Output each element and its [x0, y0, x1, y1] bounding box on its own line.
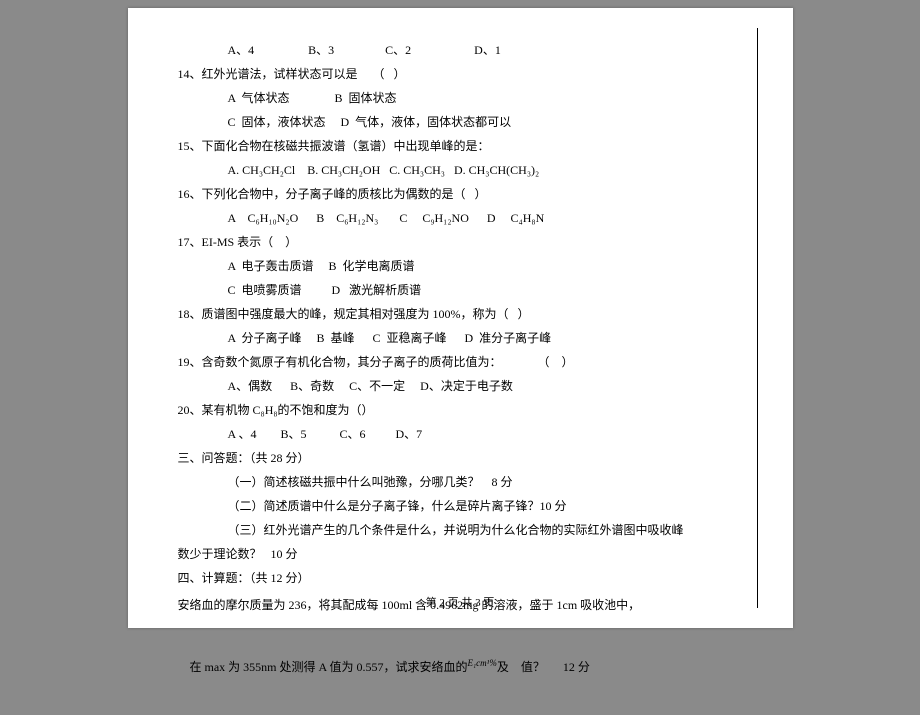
q16: 16、下列化合物中，分子离子峰的质核比为偶数的是（ ） — [178, 182, 743, 206]
section-3-q3-part1: （三）红外光谱产生的几个条件是什么，并说明为什么化合物的实际红外谱图中吸收峰 — [178, 518, 743, 542]
q15-options: A. CH₃CH₂Cl B. CH₃CH₂OH C. CH₃CH₃ D. CH₃… — [178, 158, 743, 182]
q17-opt-cd: C 电喷雾质谱 D 激光解析质谱 — [178, 278, 743, 302]
section-4-body-line2: 在 max 为 355nm 处测得 A 值为 0.557，试求安络血的E₁cm¹… — [178, 621, 743, 715]
q15: 15、下面化合物在核磁共振波谱（氢谱）中出现单峰的是： — [178, 134, 743, 158]
e-symbol: E₁cm¹% — [468, 658, 497, 668]
q13-options: A、4 B、3 C、2 D、1 — [178, 38, 743, 62]
section-3-q1: （一）简述核磁共振中什么叫弛豫，分哪几类？ 8 分 — [178, 470, 743, 494]
q16-options: A C₆H₁₀N₂O B C₆H₁₂N₃ C C₉H₁₂NO D C₄H₈N — [178, 206, 743, 230]
section-4-text-b: 及 值？ 12 分 — [497, 660, 590, 674]
section-4-title: 四、计算题：（共 12 分） — [178, 566, 743, 590]
q19: 19、含奇数个氮原子有机化合物，其分子离子的质荷比值为： （ ） — [178, 350, 743, 374]
q20: 20、某有机物 C₈H₈的不饱和度为（） — [178, 398, 743, 422]
vertical-divider — [757, 28, 758, 608]
q14: 14、红外光谱法，试样状态可以是 （ ） — [178, 62, 743, 86]
section-3-q2: （二）简述质谱中什么是分子离子锋，什么是碎片离子锋？10 分 — [178, 494, 743, 518]
q17-opt-ab: A 电子轰击质谱 B 化学电离质谱 — [178, 254, 743, 278]
q19-options: A、偶数 B、奇数 C、不一定 D、决定于电子数 — [178, 374, 743, 398]
section-3-title: 三、问答题：（共 28 分） — [178, 446, 743, 470]
q18-options: A 分子离子峰 B 基峰 C 亚稳离子峰 D 准分子离子峰 — [178, 326, 743, 350]
section-4-text-a: 在 max 为 355nm 处测得 A 值为 0.557，试求安络血的 — [190, 660, 468, 674]
section-3-q3-part2: 数少于理论数？ 10 分 — [178, 542, 743, 566]
q14-opt-cd: C 固体，液体状态 D 气体，液体，固体状态都可以 — [178, 110, 743, 134]
q17: 17、EI-MS 表示（ ） — [178, 230, 743, 254]
q20-options: A 、4 B、5 C、6 D、7 — [178, 422, 743, 446]
page-footer: 第 2 页 共 3 页 — [128, 594, 793, 610]
document-page: A、4 B、3 C、2 D、1 14、红外光谱法，试样状态可以是 （ ） A 气… — [128, 8, 793, 628]
q14-opt-ab: A 气体状态 B 固体状态 — [178, 86, 743, 110]
q18: 18、质谱图中强度最大的峰，规定其相对强度为 100%，称为（ ） — [178, 302, 743, 326]
